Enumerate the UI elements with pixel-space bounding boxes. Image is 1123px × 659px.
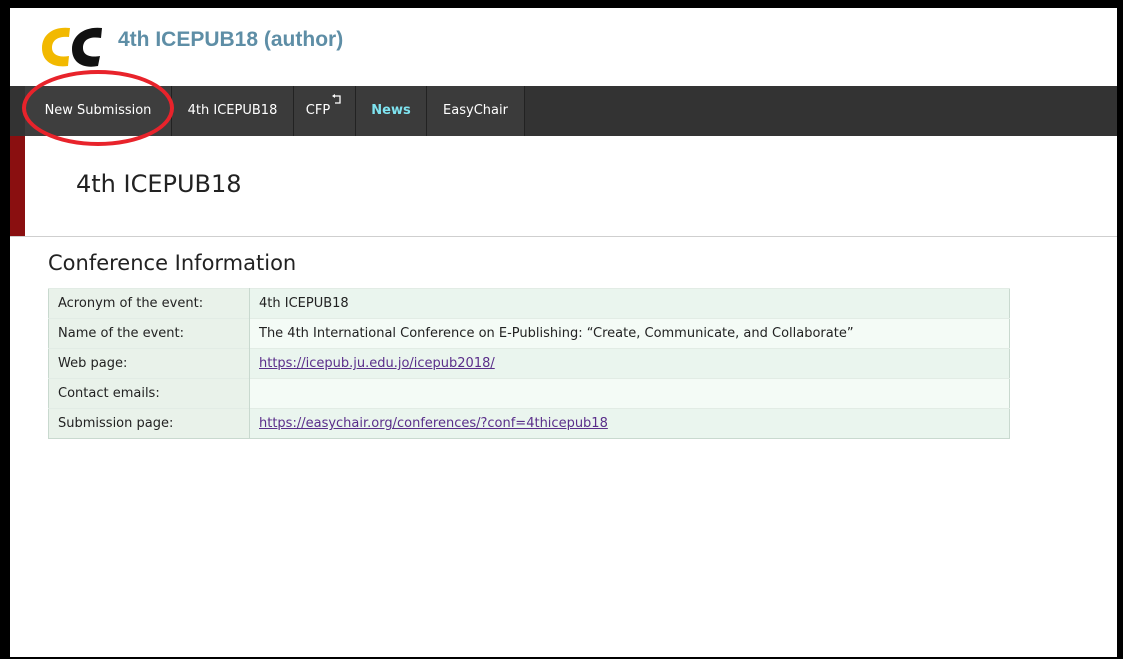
web-page-label: Web page: <box>48 348 250 379</box>
web-page-cell: https://icepub.ju.edu.jo/icepub2018/ <box>249 348 1010 379</box>
table-row: Name of the event: The 4th International… <box>48 318 1010 349</box>
section-title: Conference Information <box>48 251 297 275</box>
header: 4th ICEPUB18 (author) <box>10 8 1117 86</box>
submission-page-link[interactable]: https://easychair.org/conferences/?conf=… <box>259 416 608 431</box>
menu-news[interactable]: News <box>356 86 427 136</box>
submission-page-label: Submission page: <box>48 408 250 439</box>
acronym-label: Acronym of the event: <box>48 288 250 319</box>
menu-cfp-label: CFP <box>305 103 331 118</box>
app-window: 4th ICEPUB18 (author) New Submission 4th… <box>10 8 1117 657</box>
table-row: Acronym of the event: 4th ICEPUB18 <box>48 288 1010 319</box>
table-row: Submission page: https://easychair.org/c… <box>48 408 1010 439</box>
conference-title[interactable]: 4th ICEPUB18 (author) <box>118 28 343 52</box>
submission-page-cell: https://easychair.org/conferences/?conf=… <box>249 408 1010 439</box>
conference-info-table: Acronym of the event: 4th ICEPUB18 Name … <box>48 288 1010 439</box>
title-accent-bar <box>10 136 25 236</box>
table-row: Web page: https://icepub.ju.edu.jo/icepu… <box>48 348 1010 379</box>
easychair-logo <box>42 27 102 67</box>
acronym-value: 4th ICEPUB18 <box>249 288 1010 319</box>
menu-bar: New Submission 4th ICEPUB18 CFP News Eas… <box>10 86 1117 136</box>
contact-emails-label: Contact emails: <box>48 378 250 409</box>
menu-conference[interactable]: 4th ICEPUB18 <box>172 86 294 136</box>
page-title: 4th ICEPUB18 <box>76 170 242 198</box>
menu-easychair[interactable]: EasyChair <box>427 86 525 136</box>
event-name-value: The 4th International Conference on E-Pu… <box>249 318 1010 349</box>
menu-cfp[interactable]: CFP <box>294 86 356 136</box>
highlight-circle-annotation <box>22 70 174 146</box>
web-page-link[interactable]: https://icepub.ju.edu.jo/icepub2018/ <box>259 356 495 371</box>
return-arrow-icon <box>332 94 341 104</box>
contact-emails-value <box>249 378 1010 409</box>
table-row: Contact emails: <box>48 378 1010 409</box>
event-name-label: Name of the event: <box>48 318 250 349</box>
